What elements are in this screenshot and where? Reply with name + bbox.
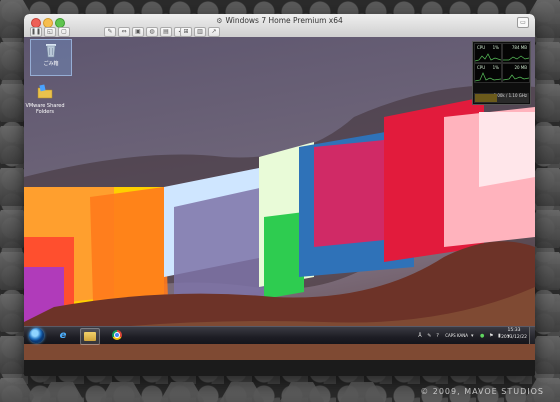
vm-window: ⚙ Windows 7 Home Premium x64 ▭ ❚❚ ◱ ▢ ✎ ⇔…: [24, 14, 535, 376]
gadget-footer: 0.00k / 1.10 GHz: [474, 93, 529, 103]
taskbar: e Å ✎ ? CAPS KANA ▾ ● ⚑ ▮ ◂ 15:33 2013/1…: [24, 326, 535, 345]
recycle-bin-label: ごみ箱: [43, 61, 59, 67]
help-icon[interactable]: ?: [436, 333, 442, 339]
clock-time: 15:33: [507, 328, 521, 333]
guest-desktop: ごみ箱 VMware Shared Folders CPU 1% 784 MB C…: [24, 37, 535, 360]
show-desktop-button[interactable]: [529, 327, 535, 344]
options-icon[interactable]: ▾: [471, 333, 477, 339]
window-title: ⚙ Windows 7 Home Premium x64: [216, 16, 343, 25]
memory2-cell: 20 MB: [502, 63, 530, 83]
unity-icon[interactable]: ⊞: [180, 27, 192, 37]
ime-status[interactable]: CAPS KANA: [445, 333, 468, 338]
clock-date: 2013/12/22: [501, 335, 527, 340]
trash-icon: [46, 44, 56, 58]
start-button[interactable]: [29, 328, 44, 343]
toolbar-left-group: ❚❚ ◱ ▢: [30, 27, 70, 37]
memory-cell: 784 MB: [502, 43, 530, 63]
vm-icon: ⚙: [216, 17, 223, 25]
toolbar-center-group: ✎ ⇔ ▣ ◍ ▤ ◂: [104, 27, 186, 37]
shared-folders-label: VMware Shared Folders: [25, 103, 65, 115]
copyright-watermark: © 2009, MAVOE STUDIOS: [420, 387, 544, 396]
single-window-icon[interactable]: ▥: [194, 27, 206, 37]
snapshot-icon[interactable]: ◱: [44, 27, 56, 37]
suspend-icon[interactable]: ❚❚: [30, 27, 42, 37]
screen-icon[interactable]: ▢: [58, 27, 70, 37]
security-icon[interactable]: ●: [480, 333, 486, 339]
printer-icon[interactable]: ▤: [160, 27, 172, 37]
disk-icon[interactable]: ◍: [146, 27, 158, 37]
internet-explorer-icon[interactable]: e: [54, 328, 72, 343]
windows7-wallpaper: [24, 85, 535, 360]
fullscreen-icon[interactable]: ⇔: [118, 27, 130, 37]
title-bar[interactable]: ⚙ Windows 7 Home Premium x64 ▭ ❚❚ ◱ ▢ ✎ ⇔…: [24, 14, 535, 38]
chrome-icon[interactable]: [108, 328, 126, 343]
system-tray: Å ✎ ? CAPS KANA ▾ ● ⚑ ▮ ◂: [418, 328, 513, 343]
tools-icon[interactable]: ✎: [427, 333, 433, 339]
settings-icon[interactable]: ✎: [104, 27, 116, 37]
recycle-bin-icon[interactable]: ごみ箱: [30, 39, 72, 76]
cpu-cell: CPU 1%: [474, 43, 502, 63]
cpu2-cell: CPU 1%: [474, 63, 502, 83]
shared-folders-icon[interactable]: VMware Shared Folders: [24, 83, 66, 115]
toolbar-right-group: ⊞ ▥ ↗: [180, 27, 220, 37]
toolbar: ❚❚ ◱ ▢ ✎ ⇔ ▣ ◍ ▤ ◂ ⊞ ▥ ↗: [24, 27, 535, 37]
folder-icon: [37, 84, 53, 99]
flag-icon[interactable]: ⚑: [489, 333, 495, 339]
cpu-meter-gadget[interactable]: CPU 1% 784 MB CPU 1% 20 MB 0.00k / 1.10 GH…: [472, 41, 531, 105]
share-icon[interactable]: ↗: [208, 27, 220, 37]
clock[interactable]: 15:33 2013/12/22: [501, 327, 527, 341]
vm-bottom-bar: [24, 360, 535, 376]
usb-icon[interactable]: ▣: [132, 27, 144, 37]
windows-explorer-icon[interactable]: [80, 328, 100, 345]
language-bar-icon[interactable]: Å: [418, 333, 424, 339]
